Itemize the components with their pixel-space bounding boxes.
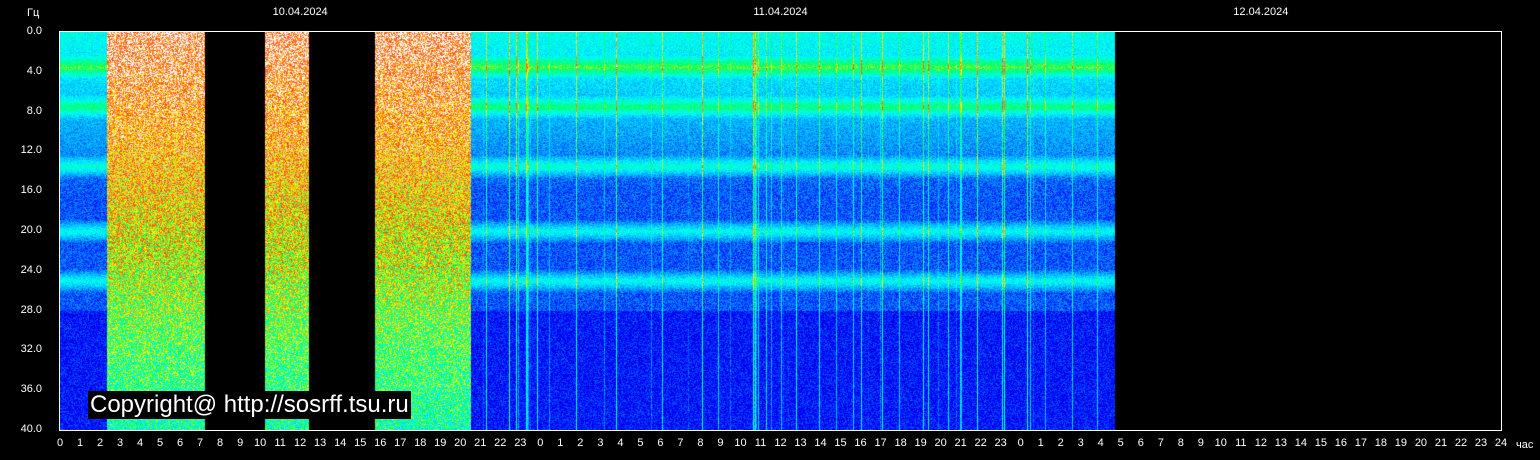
- x-tick-label: 9: [1197, 437, 1204, 449]
- x-tick-label: 21: [1434, 437, 1448, 449]
- x-tick-label: 20: [1414, 437, 1428, 449]
- x-tick-label: 3: [116, 437, 124, 449]
- x-tick-label: 4: [617, 437, 624, 449]
- x-tick-label: 6: [1137, 437, 1144, 449]
- x-tick-label: 17: [394, 437, 407, 449]
- x-tick-label: 0: [56, 437, 64, 449]
- x-tick-label: 20: [934, 437, 947, 449]
- x-tick-label: 3: [1077, 437, 1084, 449]
- x-tick-label: 10: [734, 437, 747, 449]
- x-tick-label: 22: [494, 437, 507, 449]
- x-tick-label: 10: [254, 437, 267, 449]
- plot-area: [59, 31, 1502, 431]
- x-tick-label: 7: [677, 437, 684, 449]
- x-tick-label: 17: [1354, 437, 1368, 449]
- x-tick-label: 12: [774, 437, 787, 449]
- x-tick-label: 2: [96, 437, 104, 449]
- x-tick-label: 12: [1254, 437, 1267, 449]
- x-tick-label: 7: [1157, 437, 1164, 449]
- x-tick-label: 20: [454, 437, 467, 449]
- x-tick-label: 3: [597, 437, 604, 449]
- x-tick-label: 22: [974, 437, 987, 449]
- x-tick-label: 24: [1494, 437, 1508, 449]
- x-tick-label: 7: [197, 437, 204, 449]
- x-tick-label: 11: [274, 437, 286, 449]
- y-tick-label: 24.0: [20, 263, 42, 276]
- spectrogram-canvas: [60, 32, 1501, 430]
- x-tick-label: 1: [76, 437, 84, 449]
- y-tick-label: 12.0: [20, 144, 42, 157]
- spectrogram-chart: Гц час Copyright@ http://sosrff.tsu.ru 0…: [0, 0, 1540, 460]
- x-tick-label: 4: [136, 437, 144, 449]
- x-tick-label: 8: [217, 437, 224, 449]
- x-tick-label: 23: [994, 437, 1007, 449]
- x-tick-label: 21: [474, 437, 487, 449]
- x-tick-label: 15: [834, 437, 847, 449]
- x-tick-label: 16: [374, 437, 387, 449]
- x-tick-label: 15: [354, 437, 367, 449]
- x-tick-label: 22: [1454, 437, 1468, 449]
- x-tick-label: 13: [1274, 437, 1287, 449]
- copyright-watermark: Copyright@ http://sosrff.tsu.ru: [88, 391, 411, 419]
- x-tick-label: 8: [697, 437, 704, 449]
- date-label: 12.04.2024: [1233, 6, 1289, 18]
- y-axis-label: Гц: [27, 7, 40, 19]
- x-tick-label: 0: [1017, 437, 1024, 449]
- y-tick-label: 0.0: [26, 25, 42, 37]
- x-tick-label: 14: [1294, 437, 1307, 449]
- x-tick-label: 4: [1097, 437, 1104, 449]
- x-tick-label: 0: [537, 437, 544, 449]
- x-tick-label: 6: [657, 437, 664, 449]
- x-tick-label: 2: [1057, 437, 1064, 449]
- x-tick-label: 13: [314, 437, 327, 449]
- x-tick-label: 11: [754, 437, 767, 449]
- y-tick-label: 36.0: [20, 383, 42, 396]
- x-tick-label: 5: [637, 437, 644, 449]
- x-tick-label: 23: [514, 437, 527, 449]
- x-axis-label: час: [1516, 439, 1534, 451]
- x-tick-label: 1: [1037, 437, 1044, 449]
- x-tick-label: 12: [294, 437, 307, 449]
- y-tick-label: 16.0: [20, 184, 42, 197]
- x-tick-label: 1: [557, 437, 564, 449]
- x-tick-label: 13: [794, 437, 807, 449]
- y-tick-label: 32.0: [20, 343, 42, 356]
- y-tick-label: 4.0: [26, 64, 42, 77]
- x-tick-label: 14: [814, 437, 827, 449]
- x-tick-label: 18: [1374, 437, 1388, 449]
- x-tick-label: 5: [157, 437, 164, 449]
- x-tick-label: 18: [894, 437, 907, 449]
- x-tick-label: 5: [1117, 437, 1124, 449]
- x-tick-label: 21: [954, 437, 967, 449]
- x-tick-label: 11: [1235, 437, 1247, 449]
- x-tick-label: 9: [237, 437, 244, 449]
- x-tick-label: 16: [854, 437, 867, 449]
- x-tick-label: 6: [177, 437, 184, 449]
- x-tick-label: 17: [874, 437, 887, 449]
- x-tick-label: 8: [1177, 437, 1184, 449]
- date-label: 10.04.2024: [272, 6, 328, 18]
- x-tick-label: 19: [914, 437, 927, 449]
- x-tick-label: 15: [1314, 437, 1327, 449]
- x-tick-label: 18: [414, 437, 427, 449]
- y-tick-label: 8.0: [26, 104, 42, 117]
- x-tick-label: 16: [1334, 437, 1347, 449]
- x-tick-label: 2: [577, 437, 584, 449]
- x-tick-label: 14: [334, 437, 347, 449]
- y-tick-label: 20.0: [20, 224, 42, 236]
- x-tick-label: 10: [1214, 437, 1227, 449]
- y-tick-label: 40.0: [20, 423, 42, 435]
- y-tick-label: 28.0: [20, 303, 42, 316]
- x-tick-label: 19: [434, 437, 447, 449]
- x-tick-label: 23: [1474, 437, 1488, 449]
- x-tick-label: 9: [717, 437, 724, 449]
- x-tick-label: 19: [1394, 437, 1408, 449]
- date-label: 11.04.2024: [753, 6, 808, 18]
